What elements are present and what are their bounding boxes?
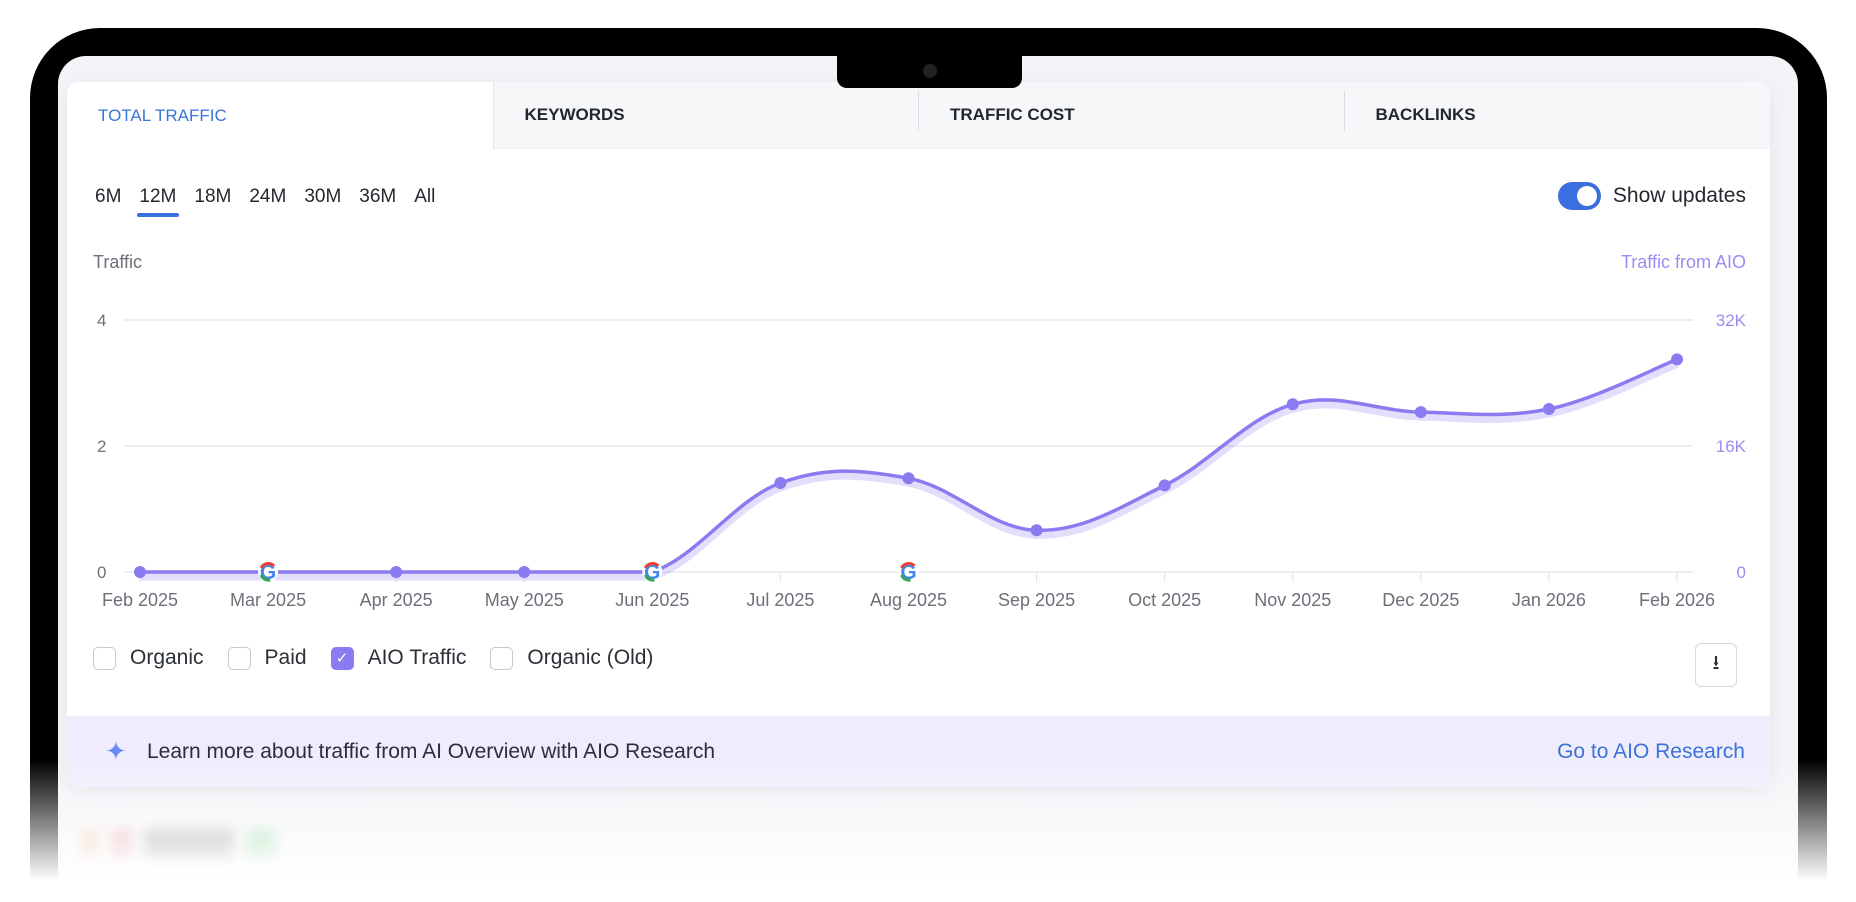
right-tick-label: 0 [1737, 563, 1746, 582]
traffic-chart: 0 0 2 16K 4 32K Feb 2025 Mar 2025 Apr 2025 May 20… [97, 311, 1747, 610]
legend-organic[interactable]: Organic [93, 646, 204, 670]
x-tick-label: May 2025 [485, 590, 564, 610]
x-tick-label: Mar 2025 [230, 590, 306, 610]
aio-data-point [1158, 479, 1171, 492]
legend-aio-traffic[interactable]: ✓ AIO Traffic [330, 646, 467, 670]
x-tick-label: Sep 2025 [998, 590, 1075, 610]
aio-data-point [390, 566, 403, 578]
aio-data-point [1286, 398, 1299, 411]
aio-data-point [1414, 406, 1427, 419]
camera-icon [923, 64, 937, 78]
x-tick-label: Dec 2025 [1382, 590, 1459, 610]
checkbox-checked[interactable]: ✓ [330, 646, 354, 670]
left-tick-label: 0 [97, 563, 106, 582]
checkbox[interactable] [93, 646, 116, 670]
legend-label: Organic (Old) [527, 646, 654, 669]
download-icon: ⭳ [1712, 652, 1720, 674]
x-tick-label: Jul 2025 [746, 590, 814, 610]
x-tick-label: Apr 2025 [360, 590, 433, 610]
legend-label: AIO Traffic [367, 646, 467, 669]
x-tick-label: Jan 2026 [1512, 590, 1586, 610]
aio-data-point [134, 566, 146, 578]
x-tick-label: Feb 2025 [102, 590, 178, 610]
aio-traffic-line [140, 357, 1678, 574]
left-tick-label: 4 [97, 311, 106, 330]
aio-data-point [902, 472, 915, 485]
bottom-fade [0, 760, 1856, 902]
x-tick-label: Feb 2026 [1639, 590, 1715, 610]
legend-organic-old[interactable]: Organic (Old) [490, 646, 653, 670]
checkbox[interactable] [227, 646, 251, 670]
right-tick-label: 32K [1716, 311, 1747, 330]
legend-paid[interactable]: Paid [227, 646, 307, 670]
legend-label: Paid [264, 646, 307, 669]
right-tick-label: 16K [1716, 437, 1747, 456]
aio-data-point [1542, 402, 1555, 415]
aio-data-point [774, 477, 787, 490]
aio-data-point [1671, 353, 1683, 366]
x-tick-label: Aug 2025 [870, 590, 947, 610]
x-tick-label: Oct 2025 [1128, 590, 1201, 610]
download-button[interactable]: ⭳ [1695, 643, 1737, 687]
traffic-card: TOTAL TRAFFIC KEYWORDS TRAFFIC COST BACK… [67, 82, 1770, 787]
legend-label: Organic [130, 646, 204, 669]
aio-data-point [1030, 524, 1043, 537]
aio-data-point [518, 566, 531, 578]
chart-legend: Organic Paid ✓ AIO Traffic Organic (Old) [93, 646, 677, 670]
x-tick-label: Jun 2025 [615, 590, 689, 610]
left-tick-label: 2 [97, 437, 106, 456]
camera-notch [837, 56, 1022, 88]
checkbox[interactable] [490, 646, 514, 670]
x-tick-label: Nov 2025 [1254, 590, 1331, 610]
series-line-shadow [140, 359, 1679, 581]
